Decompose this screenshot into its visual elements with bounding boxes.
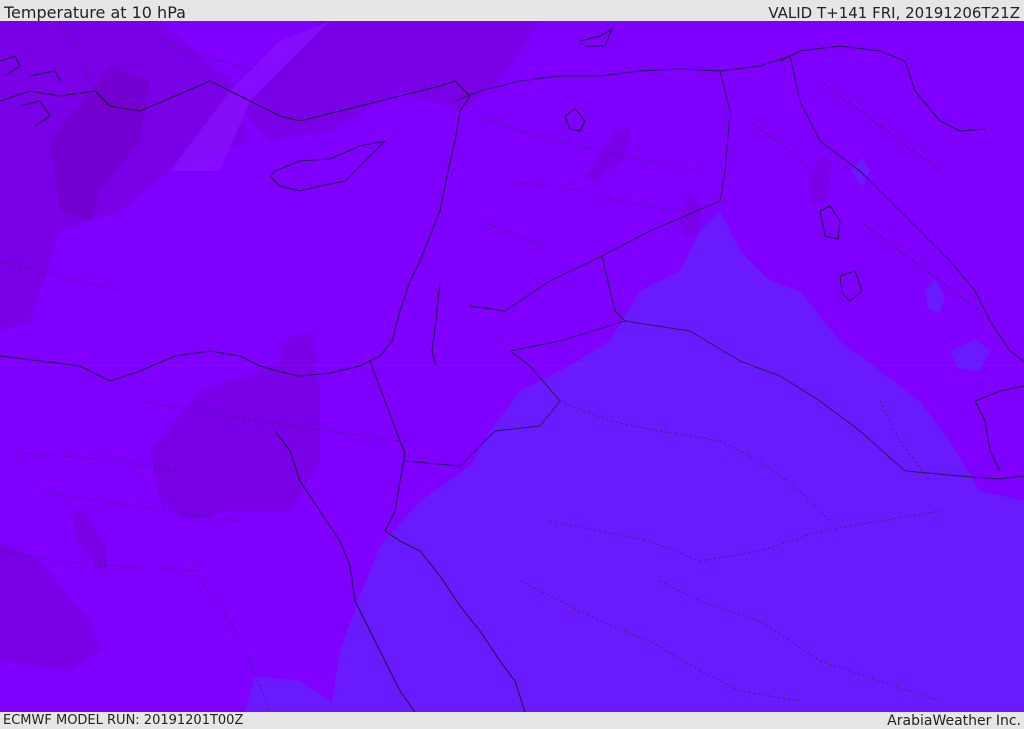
weather-map[interactable] (0, 21, 1024, 712)
credit-label: ArabiaWeather Inc. (887, 713, 1021, 729)
model-run-label: ECMWF MODEL RUN: 20191201T00Z (3, 713, 244, 728)
header-bar: Temperature at 10 hPa VALID T+141 FRI, 2… (0, 0, 1024, 22)
valid-time-label: VALID T+141 FRI, 20191206T21Z (768, 4, 1020, 22)
map-canvas (0, 21, 1024, 712)
map-title: Temperature at 10 hPa (4, 3, 186, 22)
footer-bar: ECMWF MODEL RUN: 20191201T00Z ArabiaWeat… (0, 712, 1024, 729)
